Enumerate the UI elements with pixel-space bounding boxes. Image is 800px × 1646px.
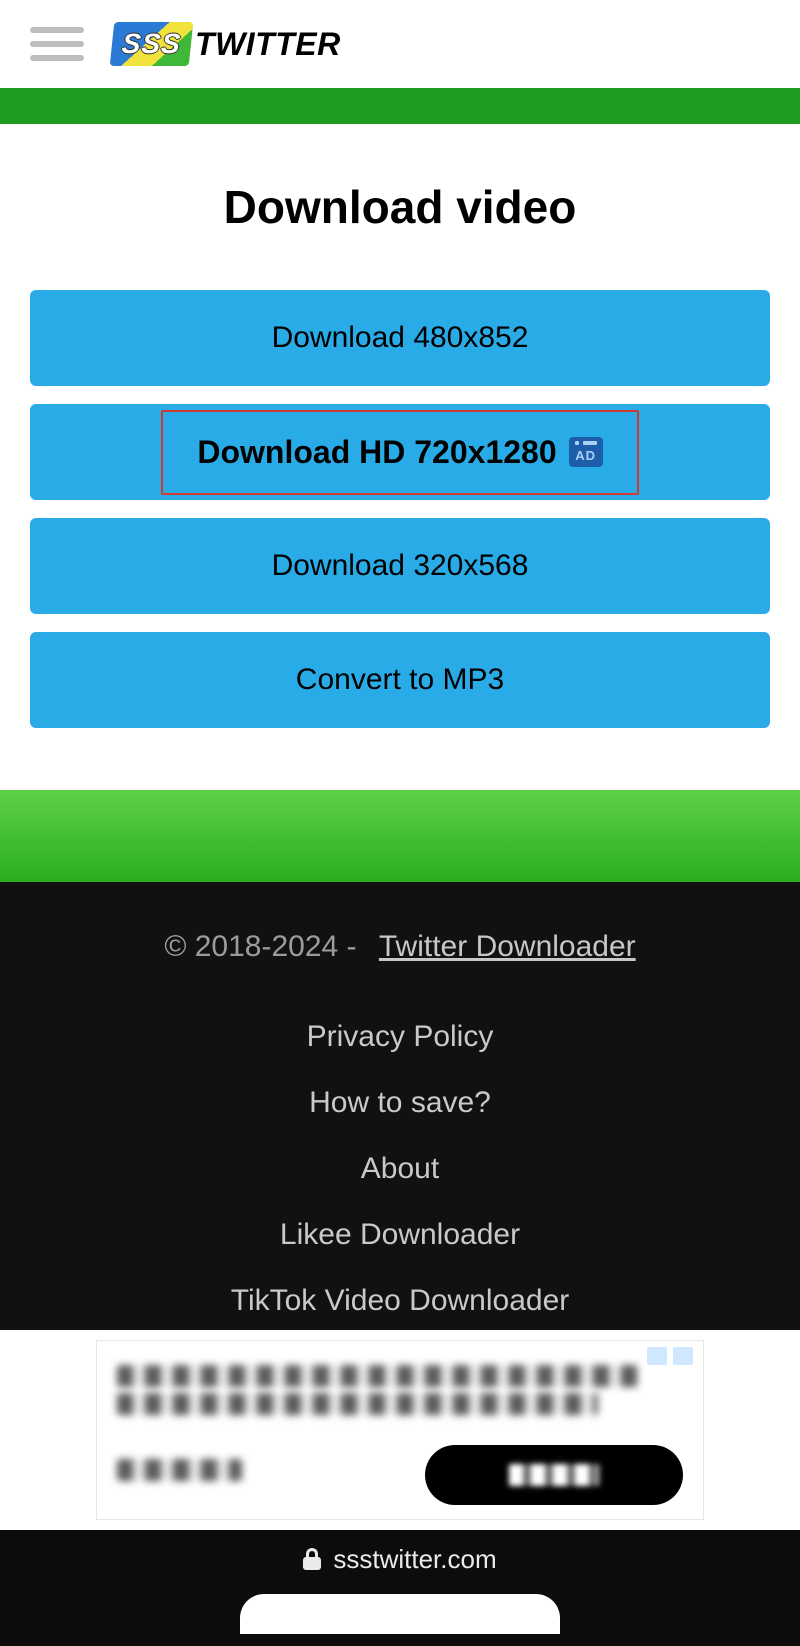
logo-text: TWITTER: [195, 26, 341, 63]
button-label: Download HD 720x1280: [197, 434, 556, 471]
logo[interactable]: SSS TWITTER: [112, 22, 341, 66]
ad-controls[interactable]: [647, 1347, 693, 1365]
ad-blurred-text: [117, 1459, 242, 1481]
browser-chrome-partial: [0, 1588, 800, 1646]
lock-icon: [303, 1548, 321, 1570]
ad-info-icon[interactable]: [647, 1347, 667, 1365]
ad-blurred-text: [117, 1365, 638, 1387]
page-title: Download video: [30, 180, 770, 234]
highlight-box: Download HD 720x1280 AD: [161, 410, 638, 495]
logo-badge: SSS: [110, 22, 194, 66]
footer-link-howto[interactable]: How to save?: [309, 1086, 491, 1120]
ad-blurred-text: [117, 1393, 598, 1415]
ad-cta-blurred-label: [509, 1464, 599, 1486]
green-gradient-strip: [0, 790, 800, 882]
footer-link-tiktok[interactable]: TikTok Video Downloader: [231, 1284, 570, 1318]
button-label: Convert to MP3: [296, 663, 504, 697]
convert-mp3-button[interactable]: Convert to MP3: [30, 632, 770, 728]
button-label: Download 480x852: [272, 321, 529, 355]
hamburger-menu-icon[interactable]: [30, 27, 84, 61]
copyright: © 2018-2024 - Twitter Downloader: [30, 930, 770, 964]
browser-url-bar[interactable]: ssstwitter.com: [0, 1530, 800, 1588]
ad-icon: AD: [569, 437, 603, 467]
ad-frame[interactable]: [96, 1340, 704, 1520]
footer-links: Privacy Policy How to save? About Likee …: [30, 1020, 770, 1318]
download-hd-720-button[interactable]: Download HD 720x1280 AD: [30, 404, 770, 500]
footer-link-about[interactable]: About: [361, 1152, 439, 1186]
ad-cta-button[interactable]: [425, 1445, 683, 1505]
main-content: Download video Download 480x852 Download…: [0, 124, 800, 790]
copyright-link[interactable]: Twitter Downloader: [379, 930, 636, 963]
url-pill[interactable]: [240, 1594, 560, 1634]
ad-close-icon[interactable]: [673, 1347, 693, 1365]
copyright-text: © 2018-2024 -: [164, 930, 356, 963]
download-320-button[interactable]: Download 320x568: [30, 518, 770, 614]
button-label: Download 320x568: [272, 549, 529, 583]
footer-link-likee[interactable]: Likee Downloader: [280, 1218, 520, 1252]
green-accent-bar: [0, 88, 800, 124]
download-480-button[interactable]: Download 480x852: [30, 290, 770, 386]
ad-area: [0, 1330, 800, 1530]
footer-link-privacy[interactable]: Privacy Policy: [307, 1020, 494, 1054]
footer: © 2018-2024 - Twitter Downloader Privacy…: [0, 882, 800, 1330]
url-domain: ssstwitter.com: [333, 1544, 496, 1575]
header: SSS TWITTER: [0, 0, 800, 88]
